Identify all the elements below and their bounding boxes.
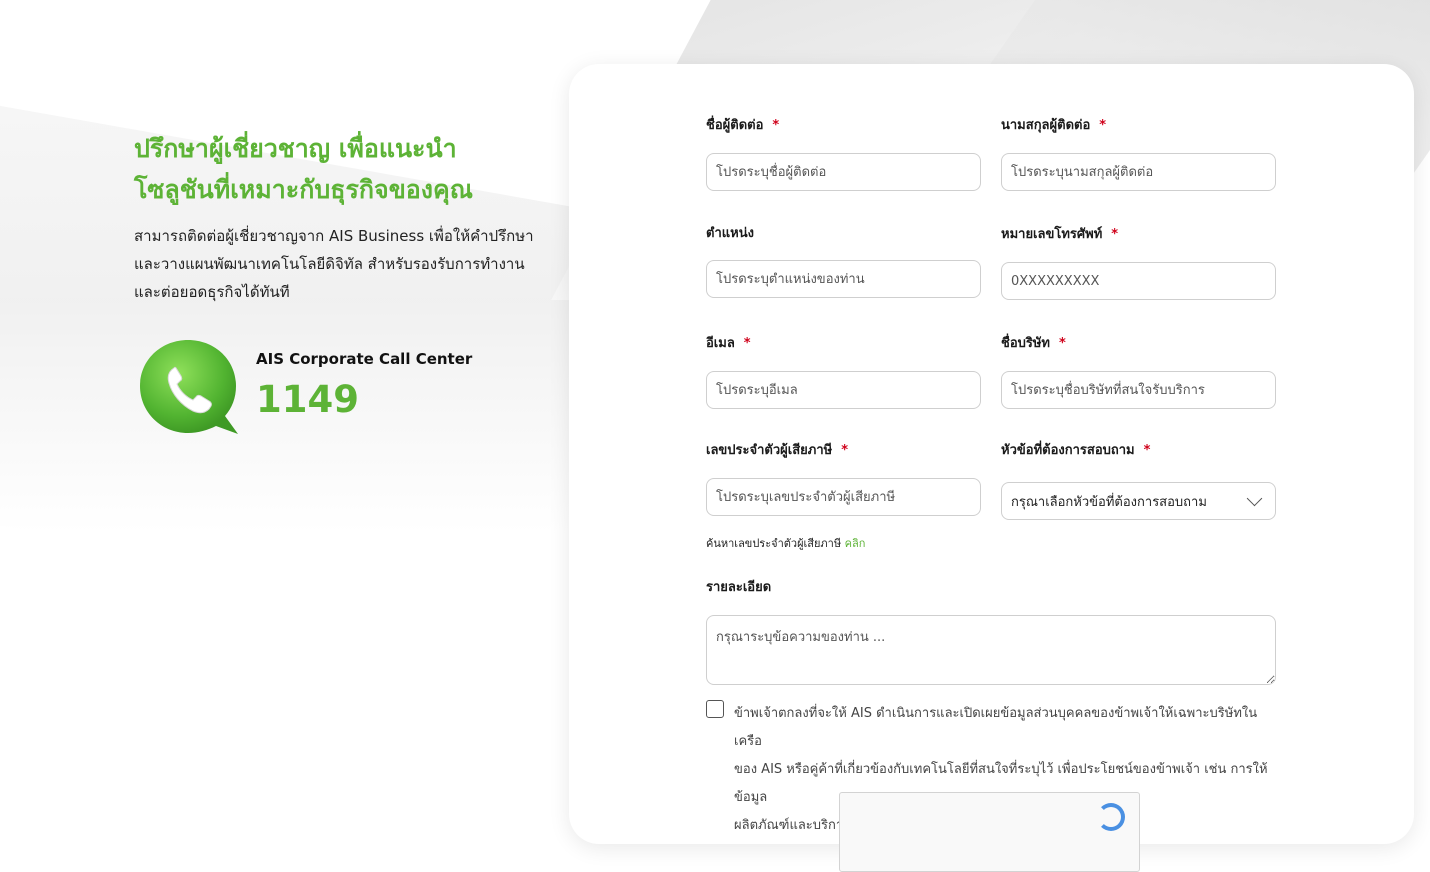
first-name-label: ชื่อผู้ติดต่อ *: [706, 118, 780, 133]
chevron-down-icon: [1246, 490, 1263, 507]
company-input[interactable]: [1001, 371, 1276, 409]
consent-checkbox[interactable]: [706, 700, 724, 718]
hero-description: สามารถติดต่อผู้เชี่ยวชาญจาก AIS Business…: [134, 222, 564, 306]
contact-form-card: ชื่อผู้ติดต่อ* นามสกุลผู้ติดต่อ* ตำแหน่ง…: [569, 64, 1414, 872]
call-center-number[interactable]: 1149: [256, 378, 359, 421]
description-line-2: และวางแผนพัฒนาเทคโนโลยีดิจิทัล สำหรับรอง…: [134, 255, 525, 273]
position-label: ตำแหน่ง: [706, 226, 754, 241]
tax-id-label: เลขประจำตัวผู้เสียภาษี *: [706, 443, 849, 458]
hero-headline: ปรึกษาผู้เชี่ยวชาญ เพื่อแนะนำ โซลูชันที่…: [134, 128, 564, 210]
phone-input[interactable]: [1001, 262, 1276, 300]
last-name-input[interactable]: [1001, 153, 1276, 191]
first-name-input[interactable]: [706, 153, 981, 191]
call-center-label: AIS Corporate Call Center: [256, 350, 473, 368]
last-name-label: นามสกุลผู้ติดต่อ *: [1001, 118, 1107, 133]
company-label: ชื่อบริษัท *: [1001, 336, 1066, 351]
phone-chat-bubble-icon: [140, 340, 238, 434]
headline-line-1: ปรึกษาผู้เชี่ยวชาญ เพื่อแนะนำ: [134, 134, 457, 163]
topic-label: หัวข้อที่ต้องการสอบถาม *: [1001, 443, 1151, 458]
recaptcha-widget[interactable]: [839, 792, 1140, 872]
tax-id-lookup-link[interactable]: คลิก: [845, 537, 866, 550]
phone-label: หมายเลขโทรศัพท์ *: [1001, 227, 1119, 242]
hero-section: ปรึกษาผู้เชี่ยวชาญ เพื่อแนะนำ โซลูชันที่…: [134, 128, 564, 434]
email-label: อีเมล *: [706, 336, 751, 351]
details-textarea[interactable]: [706, 615, 1276, 685]
recaptcha-logo-icon: [1097, 803, 1125, 831]
email-input[interactable]: [706, 371, 981, 409]
topic-select[interactable]: กรุณาเลือกหัวข้อที่ต้องการสอบถาม: [1001, 482, 1276, 520]
headline-line-2: โซลูชันที่เหมาะกับธุรกิจของคุณ: [134, 175, 473, 204]
topic-selected-value: กรุณาเลือกหัวข้อที่ต้องการสอบถาม: [1011, 494, 1207, 510]
tax-id-input[interactable]: [706, 478, 981, 516]
tax-id-hint: ค้นหาเลขประจำตัวผู้เสียภาษี คลิก: [706, 537, 866, 550]
description-line-3: และต่อยอดธุรกิจได้ทันที: [134, 283, 290, 301]
details-label: รายละเอียด: [706, 580, 772, 595]
call-center-block: AIS Corporate Call Center 1149: [138, 338, 568, 448]
position-input[interactable]: [706, 260, 981, 298]
description-line-1: สามารถติดต่อผู้เชี่ยวชาญจาก AIS Business…: [134, 227, 534, 245]
